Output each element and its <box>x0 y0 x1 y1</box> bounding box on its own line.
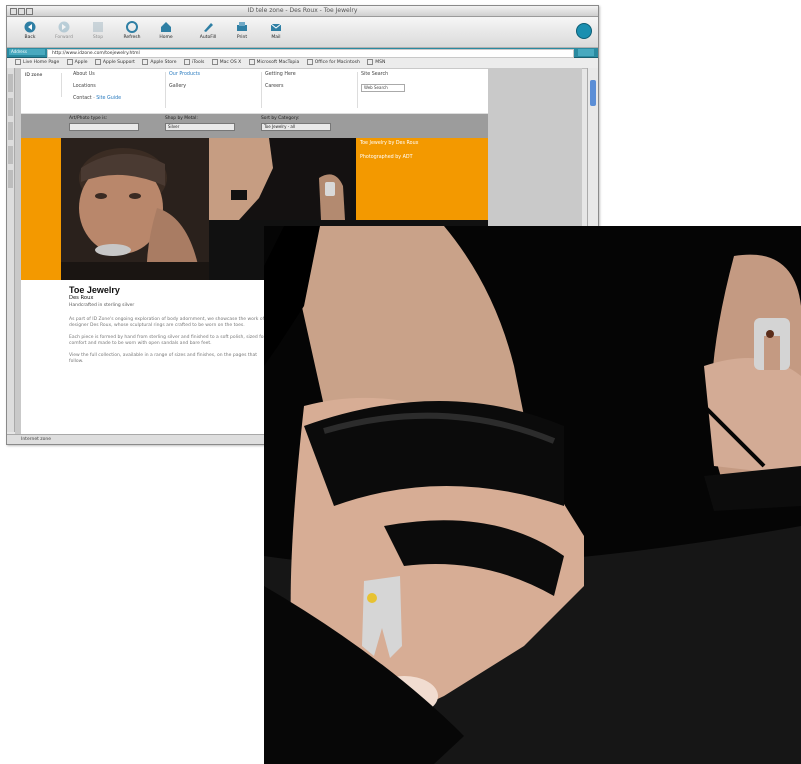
filter-select[interactable]: Silver <box>165 123 235 131</box>
autofill-icon <box>204 23 213 32</box>
nav-link[interactable]: Our Products <box>169 72 261 77</box>
back-button[interactable]: Back <box>19 21 41 40</box>
scrollbar-thumb[interactable] <box>590 80 596 106</box>
article-paragraph: View the full collection, available in a… <box>69 353 257 364</box>
filter-label: Sort by Category: <box>261 116 300 121</box>
stop-button[interactable]: Stop <box>87 21 109 40</box>
explorer-sidebar[interactable] <box>7 68 15 432</box>
nav-column: Site Search Web Search <box>357 72 453 108</box>
hand-ring-photo <box>209 138 351 220</box>
address-input[interactable]: http://www.idzone.com/toejewelry.html <box>47 49 574 58</box>
refresh-icon <box>126 21 138 33</box>
filter-bar: Art/Photo type is: Shop by Metal: Silver… <box>21 114 488 138</box>
nav-link[interactable]: Careers <box>265 84 357 89</box>
filter: Shop by Metal: Silver <box>165 116 235 131</box>
filter: Sort by Category: Toe Jewelry - all <box>261 116 331 131</box>
filter-label: Art/Photo type is: <box>69 116 108 121</box>
collapse-box-icon[interactable] <box>18 8 25 15</box>
article-title: Toe Jewelry <box>69 285 120 295</box>
filter-label: Shop by Metal: <box>165 116 198 121</box>
forward-arrow-icon <box>58 21 70 33</box>
article-subtitle: Des Roux <box>69 295 94 301</box>
article: Toe Jewelry Des Roux Handcrafted in ster… <box>69 285 269 371</box>
nav-column: Our Products Gallery <box>165 72 262 108</box>
print-icon <box>237 22 247 31</box>
hero-accent-bar <box>21 138 61 280</box>
hand-illustration <box>209 138 351 220</box>
browser-logo-icon <box>576 23 592 39</box>
hero-caption: Toe Jewelry by Des Roux <box>360 141 419 146</box>
refresh-button[interactable]: Refresh <box>121 21 143 40</box>
nav-column: Getting Here Careers <box>261 72 358 108</box>
window-title: ID tele zone - Des Roux - Toe Jewelry <box>247 7 358 14</box>
back-arrow-icon <box>24 21 36 33</box>
close-box-icon[interactable] <box>10 8 17 15</box>
status-text: Internet zone <box>21 437 52 442</box>
mail-button[interactable]: Mail <box>265 21 287 40</box>
favorite-link[interactable]: Microsoft MacTopia <box>249 60 300 65</box>
favorite-link[interactable]: Apple Store <box>142 60 176 65</box>
favorite-link[interactable]: Live Home Page <box>15 60 59 65</box>
toolbar: Back Forward Stop Refresh Home AutoFill … <box>7 17 598 48</box>
nav-link[interactable]: Site Search <box>361 72 453 77</box>
filter: Art/Photo type is: <box>69 116 139 131</box>
favorite-link[interactable]: Apple Support <box>95 60 135 65</box>
home-button[interactable]: Home <box>155 21 177 40</box>
stop-icon <box>93 22 103 32</box>
go-button[interactable] <box>578 49 594 56</box>
zoom-box-icon[interactable] <box>26 8 33 15</box>
favorite-link[interactable]: MSN <box>367 60 385 65</box>
portrait-illustration <box>61 138 209 280</box>
site-navigation: ID zone About Us Locations Contact · Sit… <box>21 69 488 114</box>
forward-button[interactable]: Forward <box>53 21 75 40</box>
favorite-link[interactable]: Mac OS X <box>212 60 241 65</box>
sidebar-tab[interactable] <box>8 74 13 92</box>
article-paragraph: Each piece is formed by hand from sterli… <box>69 335 266 346</box>
hero-caption-panel: Toe Jewelry by Des Roux Photographed by … <box>356 138 488 220</box>
title-bar: ID tele zone - Des Roux - Toe Jewelry <box>7 6 598 17</box>
autofill-button[interactable]: AutoFill <box>197 21 219 40</box>
sidebar-tab[interactable] <box>8 122 13 140</box>
filter-select[interactable]: Toe Jewelry - all <box>261 123 331 131</box>
mail-icon <box>270 23 282 31</box>
favorite-link[interactable]: Office for Macintosh <box>307 60 360 65</box>
foot-sandal-illustration <box>264 226 801 764</box>
hero-caption: Photographed by ADT <box>360 155 413 160</box>
portrait-photo <box>61 138 209 280</box>
address-bar: Address http://www.idzone.com/toejewelry… <box>7 48 598 58</box>
favorite-link[interactable]: iTools <box>184 60 204 65</box>
article-kicker: Handcrafted in sterling silver <box>69 303 135 308</box>
nav-link[interactable]: Locations <box>73 84 165 89</box>
nav-link[interactable]: Gallery <box>169 84 261 89</box>
address-label: Address <box>9 49 45 55</box>
search-select[interactable]: Web Search <box>361 84 405 92</box>
sidebar-tab[interactable] <box>8 170 13 188</box>
home-icon <box>161 22 171 32</box>
nav-link[interactable]: Site Guide <box>96 96 121 101</box>
nav-link[interactable]: Contact <box>73 96 92 101</box>
toe-ring-photo <box>264 226 801 764</box>
print-button[interactable]: Print <box>231 21 253 40</box>
nav-column: About Us Locations Contact · Site Guide <box>69 72 166 108</box>
site-logo[interactable]: ID zone <box>25 73 62 97</box>
sidebar-tab[interactable] <box>8 146 13 164</box>
nav-link[interactable]: Getting Here <box>265 72 357 77</box>
article-paragraph: As part of ID Zone's ongoing exploration… <box>69 317 265 328</box>
sidebar-tab[interactable] <box>8 98 13 116</box>
favorite-link[interactable]: Apple <box>67 60 88 65</box>
nav-link[interactable]: About Us <box>73 72 165 77</box>
filter-select[interactable] <box>69 123 139 131</box>
